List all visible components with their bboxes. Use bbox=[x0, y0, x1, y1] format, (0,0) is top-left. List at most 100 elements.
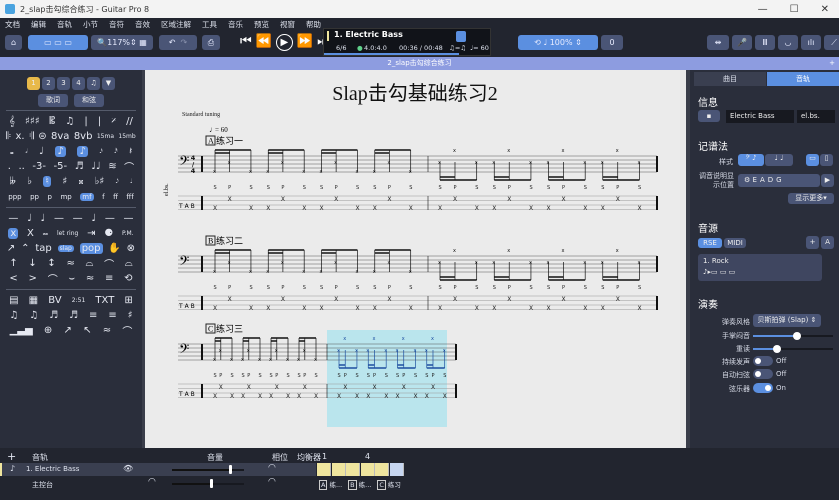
palette-tool[interactable]: ⌒ bbox=[122, 323, 132, 338]
palette-tool[interactable]: ≈ bbox=[86, 273, 94, 284]
metronome-button[interactable] bbox=[456, 31, 466, 42]
palette-tool[interactable]: ≡ bbox=[108, 310, 116, 321]
palette-tool[interactable]: f bbox=[102, 193, 104, 201]
page-button-2[interactable]: 2 bbox=[42, 77, 55, 90]
master-eq-knob[interactable]: ◠ bbox=[268, 477, 276, 487]
new-tab-button[interactable]: + bbox=[829, 57, 835, 70]
palette-tool[interactable]: 𝄇 bbox=[29, 131, 34, 142]
track-name-field[interactable]: Electric Bass bbox=[726, 110, 794, 123]
close-button[interactable]: ✕ bbox=[821, 4, 829, 15]
palette-tool[interactable]: 15ma bbox=[97, 133, 114, 140]
sound-selector[interactable]: 1. Rock ♪▸▭ ▭ ▭ bbox=[698, 254, 822, 281]
zoom-control[interactable]: 🔍 117% ⇕ ▦ bbox=[91, 35, 153, 50]
master-pan-knob[interactable]: ◠ bbox=[148, 477, 156, 487]
palette-tool[interactable]: — bbox=[8, 213, 18, 224]
guitar-toggle[interactable]: ⟋ bbox=[824, 35, 839, 50]
palette-tool[interactable]: mp bbox=[60, 193, 71, 201]
visibility-icon[interactable]: 👁 bbox=[123, 464, 133, 473]
palette-tool[interactable]: 𝄞 bbox=[9, 116, 15, 127]
add-track-button[interactable]: + bbox=[7, 450, 16, 463]
transpose-control[interactable]: 0 bbox=[601, 35, 623, 50]
palette-tool[interactable]: ⟲ bbox=[124, 273, 132, 284]
palette-tool[interactable]: ⇥ bbox=[87, 228, 95, 239]
palette-tool[interactable]: ♫ bbox=[29, 310, 38, 321]
palette-tool[interactable]: ♯ bbox=[128, 310, 133, 321]
section-marker[interactable]: A 练... bbox=[319, 479, 342, 490]
palette-tool[interactable]: ▦ bbox=[29, 295, 38, 306]
bar-cell[interactable] bbox=[375, 463, 389, 476]
palette-tool[interactable]: > bbox=[29, 273, 37, 284]
palette-tool[interactable]: | bbox=[84, 116, 87, 127]
menu-item[interactable]: 文档 bbox=[5, 19, 20, 30]
section-marker[interactable]: B 练... bbox=[348, 479, 371, 490]
page-button-3[interactable]: 3 bbox=[57, 77, 70, 90]
rse-button[interactable]: RSE bbox=[698, 238, 722, 248]
palette-tool[interactable]: ⊜ bbox=[38, 131, 46, 142]
palette-tool[interactable]: ⌒ bbox=[104, 256, 114, 271]
palette-tool[interactable]: ♩ bbox=[39, 146, 44, 157]
home-button[interactable]: ⌂ bbox=[5, 35, 22, 50]
palette-tool[interactable]: 8va bbox=[51, 131, 69, 142]
style-standard[interactable]: 𝄢 ♪ bbox=[738, 154, 764, 166]
palette-tool[interactable]: ♩ bbox=[91, 213, 96, 224]
palette-tool[interactable]: ♬ bbox=[75, 161, 84, 172]
palette-tool[interactable]: ♬ bbox=[49, 310, 58, 321]
document-tab[interactable]: 2_slap击勾综合练习 + bbox=[0, 57, 839, 70]
palette-tool[interactable]: fff bbox=[126, 193, 133, 201]
palette-tool[interactable]: ↗ bbox=[64, 325, 72, 336]
palette-tool[interactable]: slap bbox=[57, 245, 74, 252]
undo-button[interactable]: ↶ bbox=[169, 38, 176, 47]
mixer-toggle[interactable]: ⇹ bbox=[707, 35, 729, 50]
palette-tool[interactable]: x bbox=[8, 228, 19, 239]
track-short-name-field[interactable]: el.bs. bbox=[797, 110, 835, 123]
redo-button[interactable]: ↷ bbox=[181, 38, 188, 47]
palette-tool[interactable]: 8vb bbox=[74, 131, 93, 142]
notation[interactable]: Slap击勾基础练习2Standard tuning♩= 60el.bs.A 练习… bbox=[145, 70, 686, 448]
palette-tool[interactable]: 2:51 bbox=[72, 297, 85, 304]
palette-tool[interactable]: ♪ bbox=[77, 146, 88, 157]
style-tab[interactable]: ♩ ♩ bbox=[765, 154, 793, 166]
palette-tool[interactable]: 𝄆 bbox=[6, 131, 11, 142]
strings-toggle[interactable] bbox=[753, 383, 773, 393]
tab-track[interactable]: 音轨 bbox=[767, 72, 839, 86]
palette-tool[interactable]: mf bbox=[80, 192, 94, 201]
palette-tool[interactable]: ppp bbox=[8, 193, 21, 201]
palette-tool[interactable]: . bbox=[8, 161, 11, 172]
palette-tool[interactable]: ♪ bbox=[55, 146, 66, 157]
section-marker[interactable]: C 练习 bbox=[377, 479, 401, 490]
palette-tool[interactable]: ↕ bbox=[47, 258, 55, 269]
palette-tool[interactable]: ≡ bbox=[89, 310, 97, 321]
palette-tool[interactable]: ↖ bbox=[83, 325, 91, 336]
palette-tool[interactable]: ♩♩ bbox=[91, 161, 100, 172]
palette-tool[interactable]: -3- bbox=[32, 161, 46, 172]
go-start-button[interactable]: ⏮ bbox=[240, 34, 252, 51]
menu-item[interactable]: 音符 bbox=[109, 19, 124, 30]
undo-redo[interactable]: ↶ ↷ bbox=[159, 35, 197, 50]
palette-tool[interactable]: ⌒ bbox=[124, 159, 134, 174]
palette-tool[interactable]: // bbox=[126, 116, 133, 127]
palette-tool[interactable]: ff bbox=[113, 193, 118, 201]
sustain-toggle[interactable] bbox=[753, 356, 773, 366]
palette-tool[interactable]: < bbox=[9, 273, 17, 284]
page-button-1[interactable]: 1 bbox=[27, 77, 40, 90]
equalizer-toggle[interactable]: ılı bbox=[801, 35, 821, 50]
palm-mute-slider[interactable] bbox=[753, 332, 833, 340]
palette-tool[interactable]: ↑ bbox=[9, 258, 17, 269]
palette-tool[interactable]: ♩ bbox=[27, 213, 32, 224]
menu-item[interactable]: 视窗 bbox=[280, 19, 295, 30]
palette-tool[interactable]: 𝆗 bbox=[43, 228, 49, 239]
palette-option-button[interactable]: ▼ bbox=[102, 77, 115, 90]
menu-item[interactable]: 音轨 bbox=[57, 19, 72, 30]
chords-button[interactable]: 和弦 bbox=[74, 94, 104, 107]
tuning-selector[interactable]: ⚙ EADG bbox=[738, 174, 820, 187]
palette-tool[interactable]: — bbox=[124, 213, 134, 224]
play-button[interactable]: ▶ bbox=[275, 34, 293, 51]
menu-item[interactable]: 区域注解 bbox=[161, 19, 191, 30]
instrument-toggle[interactable]: ◡ bbox=[778, 35, 798, 50]
bar-cell[interactable] bbox=[317, 463, 331, 476]
palette-tool[interactable]: — bbox=[73, 213, 83, 224]
tuning-play-button[interactable]: ▶ bbox=[821, 174, 834, 187]
palette-tool[interactable]: X bbox=[27, 228, 34, 239]
palette-tool[interactable]: ♭♯ bbox=[95, 176, 105, 187]
palette-tool[interactable]: ▁▃▅ bbox=[10, 325, 33, 336]
